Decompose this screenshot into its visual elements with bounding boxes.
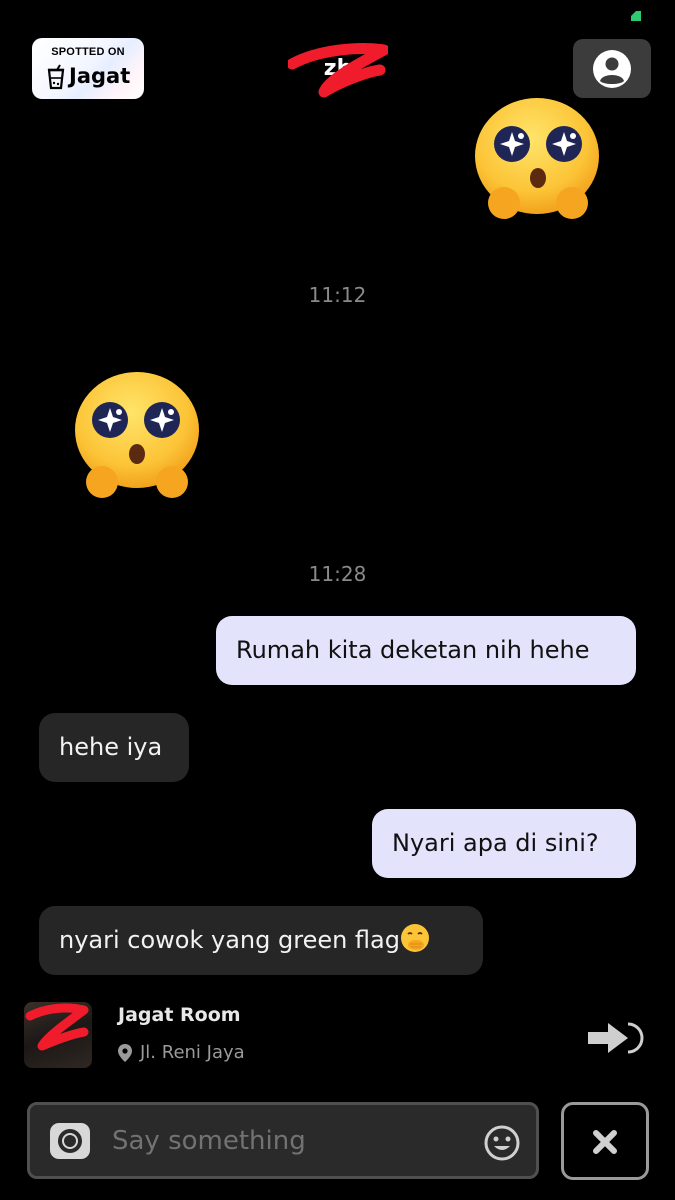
user-avatar-icon [593,50,631,88]
redaction-scribble [25,1003,89,1051]
arrow-right-icon[interactable] [586,1018,646,1058]
message-bubble-incoming[interactable]: nyari cowok yang green flag [39,906,483,975]
redaction-scribble [288,43,388,98]
shy-sparkle-eyes-emoji [75,372,199,498]
room-thumbnail[interactable] [24,1002,92,1068]
timestamp: 11:12 [308,283,367,307]
camera-icon[interactable] [48,1121,92,1161]
badge-brand: Jagat [69,64,131,88]
room-location-text: Jl. Reni Jaya [140,1042,245,1063]
room-title: Jagat Room [118,1004,241,1026]
smile-icon[interactable] [484,1125,520,1161]
message-composer [27,1102,539,1179]
spotted-on-jagat-badge: SPOTTED ON Jagat [32,38,144,99]
hand-over-mouth-emoji [401,924,429,952]
message-bubble-incoming[interactable]: hehe iya [39,713,189,782]
message-bubble-outgoing[interactable]: Nyari apa di sini? [372,809,636,878]
badge-top-text: SPOTTED ON [51,46,125,58]
location-pin-icon [118,1043,132,1062]
battery-icon [631,11,641,21]
profile-button[interactable] [573,39,651,98]
close-icon [593,1130,617,1154]
shy-sparkle-eyes-emoji [475,98,599,219]
message-bubble-outgoing[interactable]: Rumah kita deketan nih hehe [216,616,636,685]
message-text: nyari cowok yang green flag [59,926,400,954]
timestamp: 11:28 [308,562,367,586]
room-location: Jl. Reni Jaya [118,1042,245,1063]
cup-icon [47,64,65,90]
close-button[interactable] [561,1102,649,1180]
message-input[interactable] [112,1105,472,1176]
